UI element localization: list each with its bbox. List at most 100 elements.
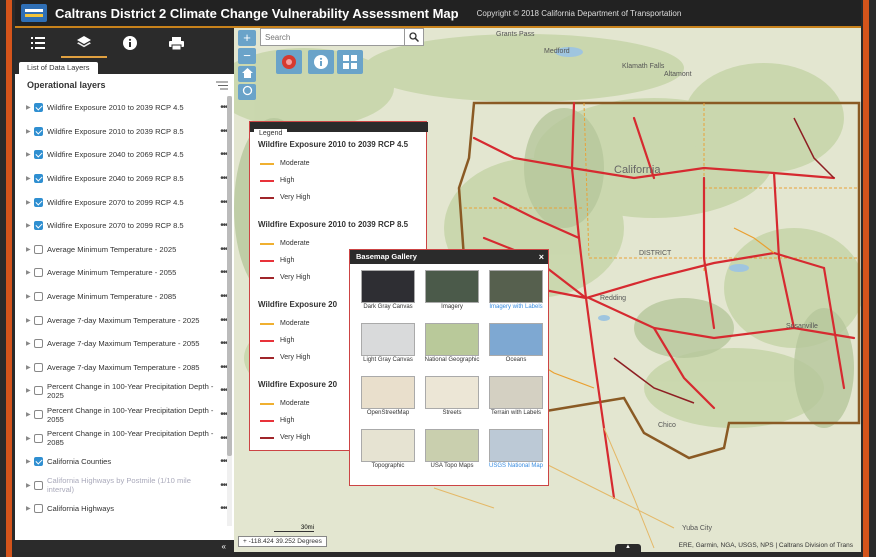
caret-right-icon[interactable]: ▶ (26, 199, 34, 206)
layer-checkbox[interactable] (34, 410, 43, 420)
layer-item[interactable]: ▶ Wildfire Exposure 2070 to 2099 RCP 4.5 •… (15, 190, 234, 214)
layer-item[interactable]: ▶ Percent Change in 100-Year Precipitatio… (15, 403, 234, 427)
layer-checkbox[interactable] (34, 386, 43, 396)
tab-data-layers[interactable]: List of Data Layers (19, 62, 98, 74)
caret-right-icon[interactable]: ▶ (26, 435, 34, 442)
caret-right-icon[interactable]: ▶ (26, 505, 34, 512)
layer-item[interactable]: ▶ Wildfire Exposure 2010 to 2039 RCP 4.5 •… (15, 96, 234, 120)
layer-checkbox[interactable] (34, 362, 43, 372)
layer-item[interactable]: ▶ Average Minimum Temperature - 2055 ••• (15, 261, 234, 285)
basemap-option[interactable]: Terrain with Labels (485, 376, 547, 429)
layer-item[interactable]: ▶ California Counties ••• (15, 450, 234, 474)
layer-list-scrollbar[interactable] (227, 96, 232, 526)
layer-item[interactable]: ▶ California Highways by Postmile (1/10 m… (15, 474, 234, 498)
layer-item[interactable]: ▶ Average 7-day Maximum Temperature - 202… (15, 308, 234, 332)
caret-right-icon[interactable]: ▶ (26, 128, 34, 135)
layer-checkbox[interactable] (34, 339, 43, 349)
basemap-thumbnail-image[interactable] (489, 376, 543, 409)
caret-right-icon[interactable]: ▶ (26, 364, 34, 371)
search-button[interactable] (404, 29, 423, 45)
search-input[interactable] (261, 29, 404, 45)
basemap-option[interactable]: USGS National Map (485, 429, 547, 482)
caret-right-icon[interactable]: ▶ (26, 269, 34, 276)
layer-item[interactable]: ▶ Average 7-day Maximum Temperature - 208… (15, 356, 234, 380)
layer-item[interactable]: ▶ Percent Change in 100-Year Precipitatio… (15, 379, 234, 403)
scrollbar-thumb[interactable] (227, 96, 232, 456)
basemap-thumbnail-image[interactable] (425, 429, 479, 462)
caret-right-icon[interactable]: ▶ (26, 222, 34, 229)
basemap-widget-button[interactable] (337, 50, 363, 74)
layer-item[interactable]: ▶ Average 7-day Maximum Temperature - 205… (15, 332, 234, 356)
print-button[interactable] (153, 28, 199, 58)
close-icon[interactable]: × (539, 250, 544, 264)
layer-checkbox[interactable] (34, 174, 43, 184)
layer-item[interactable]: ▶ Average Minimum Temperature - 2025 ••• (15, 238, 234, 262)
locate-button[interactable] (238, 84, 256, 100)
layer-checkbox[interactable] (34, 126, 43, 136)
layer-item[interactable]: ▶ Wildfire Exposure 2010 to 2039 RCP 8.5 •… (15, 120, 234, 144)
legend-tab[interactable]: Legend (254, 129, 288, 138)
layer-checkbox[interactable] (34, 244, 43, 254)
layers-button[interactable] (61, 28, 107, 58)
expand-bottom-panel-button[interactable]: ▲ (615, 544, 641, 552)
layer-item[interactable]: ▶ Wildfire Exposure 2040 to 2069 RCP 8.5 •… (15, 167, 234, 191)
layer-item[interactable]: ▶ Wildfire Exposure 2070 to 2099 RCP 8.5 •… (15, 214, 234, 238)
caret-right-icon[interactable]: ▶ (26, 340, 34, 347)
basemap-thumbnail-image[interactable] (361, 429, 415, 462)
list-button[interactable] (15, 28, 61, 58)
basemap-option[interactable]: OpenStreetMap (357, 376, 419, 429)
basemap-option[interactable]: Oceans (485, 323, 547, 376)
caret-right-icon[interactable]: ▶ (26, 458, 34, 465)
layer-checkbox[interactable] (34, 480, 43, 490)
layer-checkbox[interactable] (34, 315, 43, 325)
layer-checkbox[interactable] (34, 221, 43, 231)
basemap-thumbnail-image[interactable] (425, 323, 479, 356)
basemap-option[interactable]: Imagery (421, 270, 483, 323)
basemap-option[interactable]: National Geographic (421, 323, 483, 376)
caret-right-icon[interactable]: ▶ (26, 246, 34, 253)
basemap-thumbnail-image[interactable] (425, 376, 479, 409)
basemap-thumbnail-image[interactable] (361, 376, 415, 409)
basemap-thumbnail-image[interactable] (489, 429, 543, 462)
layer-item[interactable]: ▶ Average Minimum Temperature - 2085 ••• (15, 285, 234, 309)
layer-item[interactable]: ▶ Wildfire Exposure 2040 to 2069 RCP 4.5 •… (15, 143, 234, 167)
layer-checkbox[interactable] (34, 197, 43, 207)
basemap-option[interactable]: Streets (421, 376, 483, 429)
caret-right-icon[interactable]: ▶ (26, 104, 34, 111)
basemap-option[interactable]: Dark Gray Canvas (357, 270, 419, 323)
caret-right-icon[interactable]: ▶ (26, 411, 34, 418)
basemap-thumbnail-image[interactable] (425, 270, 479, 303)
basemap-option[interactable]: Topographic (357, 429, 419, 482)
zoom-out-button[interactable]: − (238, 48, 256, 64)
map-view[interactable]: California DISTRICT Chico Yuba City Gran… (234, 28, 861, 552)
basemap-option[interactable]: Imagery with Labels (485, 270, 547, 323)
caret-right-icon[interactable]: ▶ (26, 387, 34, 394)
caret-right-icon[interactable]: ▶ (26, 151, 34, 158)
caret-right-icon[interactable]: ▶ (26, 482, 34, 489)
basemap-thumbnail-image[interactable] (489, 323, 543, 356)
caret-right-icon[interactable]: ▶ (26, 293, 34, 300)
basemap-thumbnail-image[interactable] (489, 270, 543, 303)
layer-checkbox[interactable] (34, 433, 43, 443)
basemap-thumbnail-image[interactable] (361, 270, 415, 303)
layer-checkbox[interactable] (34, 292, 43, 302)
caret-right-icon[interactable]: ▶ (26, 175, 34, 182)
layer-checkbox[interactable] (34, 150, 43, 160)
caret-right-icon[interactable]: ▶ (26, 317, 34, 324)
layer-checkbox[interactable] (34, 103, 43, 113)
layer-checkbox[interactable] (34, 504, 43, 514)
layer-item[interactable]: ▶ California Highways ••• (15, 497, 234, 521)
zoom-in-button[interactable]: + (238, 30, 256, 46)
basemap-option[interactable]: USA Topo Maps (421, 429, 483, 482)
basemap-option[interactable]: Light Gray Canvas (357, 323, 419, 376)
basemap-thumbnail-image[interactable] (361, 323, 415, 356)
legend-widget-button[interactable] (276, 50, 302, 74)
info-button[interactable] (107, 28, 153, 58)
layer-checkbox[interactable] (34, 457, 43, 467)
home-button[interactable] (238, 66, 256, 82)
collapse-sidebar-button[interactable]: « (222, 542, 226, 551)
layer-item[interactable]: ▶ Percent Change in 100-Year Precipitatio… (15, 426, 234, 450)
about-widget-button[interactable] (308, 50, 334, 74)
layer-checkbox[interactable] (34, 268, 43, 278)
filter-icon[interactable] (216, 81, 228, 90)
